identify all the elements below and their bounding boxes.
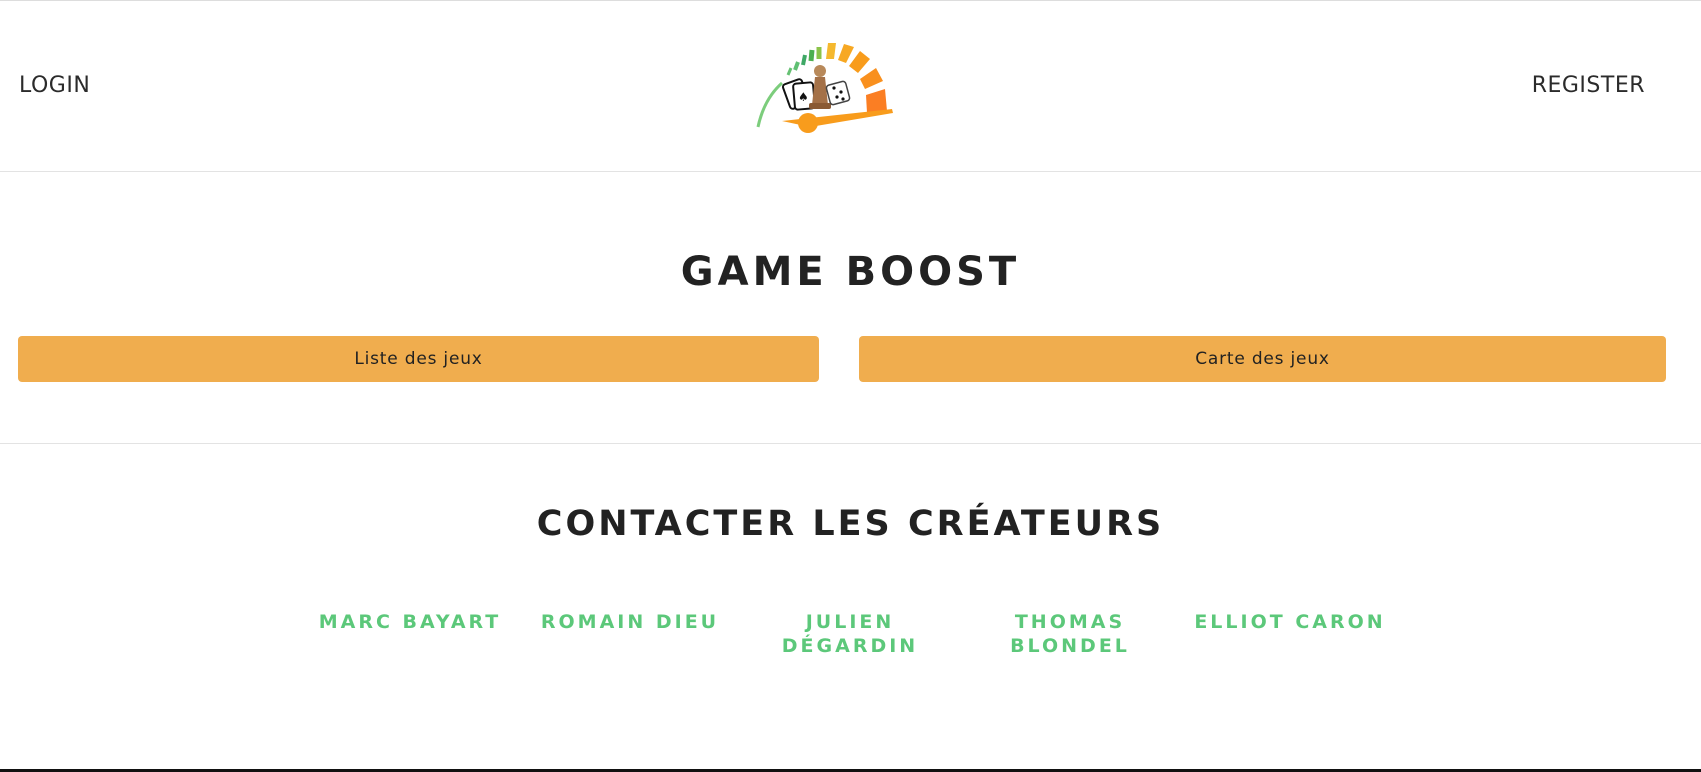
page: LOGIN ♠ REGISTER GAME BOOST Liste des je… — [0, 0, 1701, 772]
contact-title: CONTACTER LES CRÉATEURS — [536, 504, 1165, 544]
creator-link-thomas-blondel[interactable]: THOMAS BLONDEL — [960, 610, 1180, 658]
creator-link-julien-degardin[interactable]: JULIEN DÉGARDIN — [740, 610, 960, 658]
games-map-button[interactable]: Carte des jeux — [859, 336, 1666, 382]
creator-link-elliot-caron[interactable]: ELLIOT CARON — [1180, 610, 1400, 658]
creators-list: MARC BAYART ROMAIN DIEU JULIEN DÉGARDIN … — [300, 610, 1400, 658]
creator-link-marc-bayart[interactable]: MARC BAYART — [300, 610, 520, 658]
login-link[interactable]: LOGIN — [19, 73, 90, 98]
svg-text:♠: ♠ — [798, 90, 809, 104]
creator-link-romain-dieu[interactable]: ROMAIN DIEU — [520, 610, 740, 658]
register-link[interactable]: REGISTER — [1532, 73, 1645, 98]
contact-section: CONTACTER LES CRÉATEURS MARC BAYART ROMA… — [0, 444, 1701, 764]
site-header: LOGIN ♠ REGISTER — [0, 1, 1701, 172]
hero-section: GAME BOOST Liste des jeux Carte des jeux — [0, 172, 1701, 444]
speedometer-game-logo-icon[interactable]: ♠ — [752, 35, 908, 135]
page-title: GAME BOOST — [680, 249, 1021, 295]
games-list-button[interactable]: Liste des jeux — [18, 336, 819, 382]
